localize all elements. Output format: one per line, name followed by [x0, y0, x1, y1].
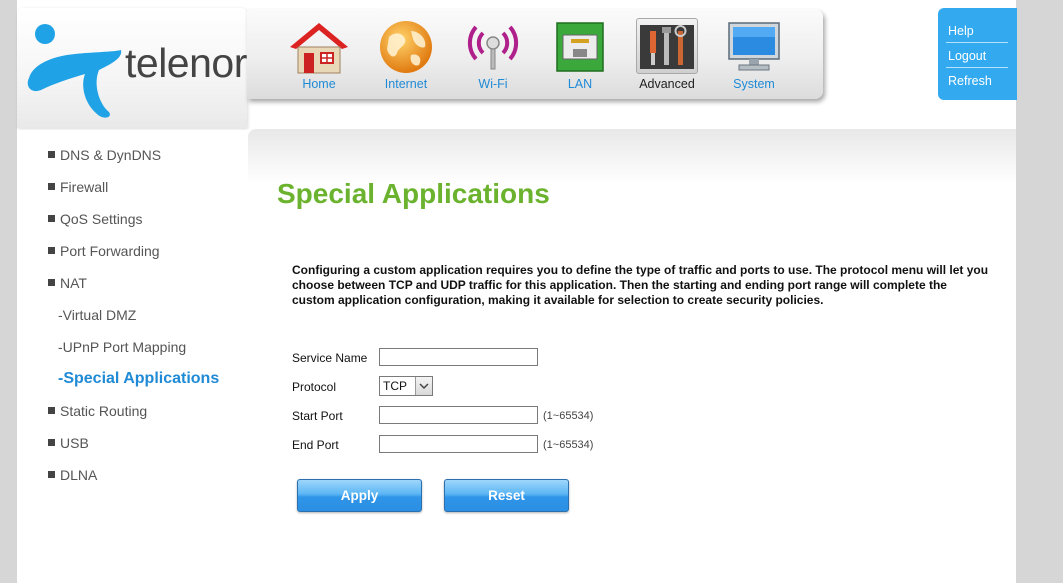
sidebar-item-label: QoS Settings [60, 211, 143, 227]
bullet-icon [48, 215, 55, 222]
nav-home[interactable]: Home [275, 9, 363, 99]
chevron-down-icon-glyph [419, 383, 429, 390]
start-port-label: Start Port [292, 409, 343, 423]
nav-advanced[interactable]: Advanced [623, 9, 711, 99]
bullet-icon [48, 279, 55, 286]
service-name-label: Service Name [292, 351, 368, 365]
nav-internet[interactable]: Internet [362, 9, 450, 99]
house-icon [290, 23, 348, 74]
sidebar-item-qos[interactable]: QoS Settings [48, 211, 143, 227]
nav-lan[interactable]: LAN [536, 9, 624, 99]
logo-panel: telenor [17, 8, 247, 128]
sidebar-item-label: DNS & DynDNS [60, 147, 162, 163]
nav-label-lan: LAN [567, 77, 593, 91]
sidebar: DNS & DynDNS Firewall QoS Settings Port … [17, 130, 248, 583]
protocol-label: Protocol [292, 380, 337, 394]
protocol-selected-value: TCP [383, 379, 407, 393]
protocol-select[interactable]: TCP [379, 376, 433, 396]
apply-button[interactable]: Apply [297, 479, 422, 512]
globe-icon [380, 21, 432, 73]
sidebar-item-label: -Virtual DMZ [58, 307, 137, 323]
page-description: Configuring a custom application require… [292, 263, 989, 307]
monitor-icon [728, 22, 780, 71]
sidebar-item-upnp-port-mapping[interactable]: -UPnP Port Mapping [58, 339, 186, 355]
sidebar-item-label: -Special Applications [58, 370, 220, 387]
end-port-label: End Port [292, 438, 339, 452]
lan-port-icon [556, 22, 604, 72]
sidebar-item-usb[interactable]: USB [48, 435, 89, 451]
start-port-hint: (1~65534) [543, 410, 594, 422]
nav-label-home: Home [302, 77, 336, 91]
wifi-icon [467, 25, 519, 70]
help-divider [946, 67, 1008, 68]
bullet-icon [48, 439, 55, 446]
reset-button[interactable]: Reset [444, 479, 569, 512]
help-panel: Help Logout Refresh [938, 8, 1017, 100]
sidebar-item-label: Static Routing [60, 403, 148, 419]
nav-label-internet: Internet [384, 77, 428, 91]
nav-label-wifi: Wi-Fi [478, 77, 508, 91]
nav-label-advanced: Advanced [639, 77, 695, 91]
bullet-icon [48, 247, 55, 254]
sidebar-item-static-routing[interactable]: Static Routing [48, 403, 147, 419]
end-port-hint: (1~65534) [543, 439, 594, 451]
sidebar-item-dns[interactable]: DNS & DynDNS [48, 147, 161, 163]
nav-wifi[interactable]: Wi-Fi [449, 9, 537, 99]
nav-system[interactable]: System [710, 9, 798, 99]
bullet-icon [48, 183, 55, 190]
nav-label-system: System [733, 77, 775, 91]
tools-icon [640, 25, 694, 69]
telenor-logo-icon [27, 24, 122, 118]
sidebar-item-port-forwarding[interactable]: Port Forwarding [48, 243, 160, 259]
bullet-icon [48, 471, 55, 478]
sidebar-item-nat[interactable]: NAT [48, 275, 87, 291]
help-link[interactable]: Help [948, 24, 974, 38]
logout-link[interactable]: Logout [948, 49, 986, 63]
sidebar-item-special-applications[interactable]: -Special Applications [58, 370, 219, 388]
brand-name: telenor [125, 40, 247, 86]
end-port-input[interactable] [379, 435, 538, 453]
sidebar-item-dlna[interactable]: DLNA [48, 467, 97, 483]
main-content: Special Applications Configuring a custo… [248, 129, 1016, 583]
sidebar-item-label: Firewall [60, 179, 109, 195]
refresh-link[interactable]: Refresh [948, 74, 992, 88]
page-title: Special Applications [277, 178, 550, 209]
top-nav: Home Internet Wi-Fi LAN Advanced System [247, 9, 823, 99]
sidebar-item-label: -UPnP Port Mapping [58, 339, 187, 355]
sidebar-item-firewall[interactable]: Firewall [48, 179, 108, 195]
sidebar-item-label: NAT [60, 275, 87, 291]
page: telenor Home Internet Wi-Fi LAN Advanced… [17, 0, 1017, 583]
sidebar-item-virtual-dmz[interactable]: -Virtual DMZ [58, 307, 136, 323]
sidebar-item-label: USB [60, 435, 89, 451]
bullet-icon [48, 407, 55, 414]
sidebar-item-label: Port Forwarding [60, 243, 160, 259]
sidebar-item-label: DLNA [60, 467, 98, 483]
service-name-input[interactable] [379, 348, 538, 366]
help-divider [946, 42, 1008, 43]
start-port-input[interactable] [379, 406, 538, 424]
chevron-down-icon [415, 377, 432, 395]
bullet-icon [48, 151, 55, 158]
